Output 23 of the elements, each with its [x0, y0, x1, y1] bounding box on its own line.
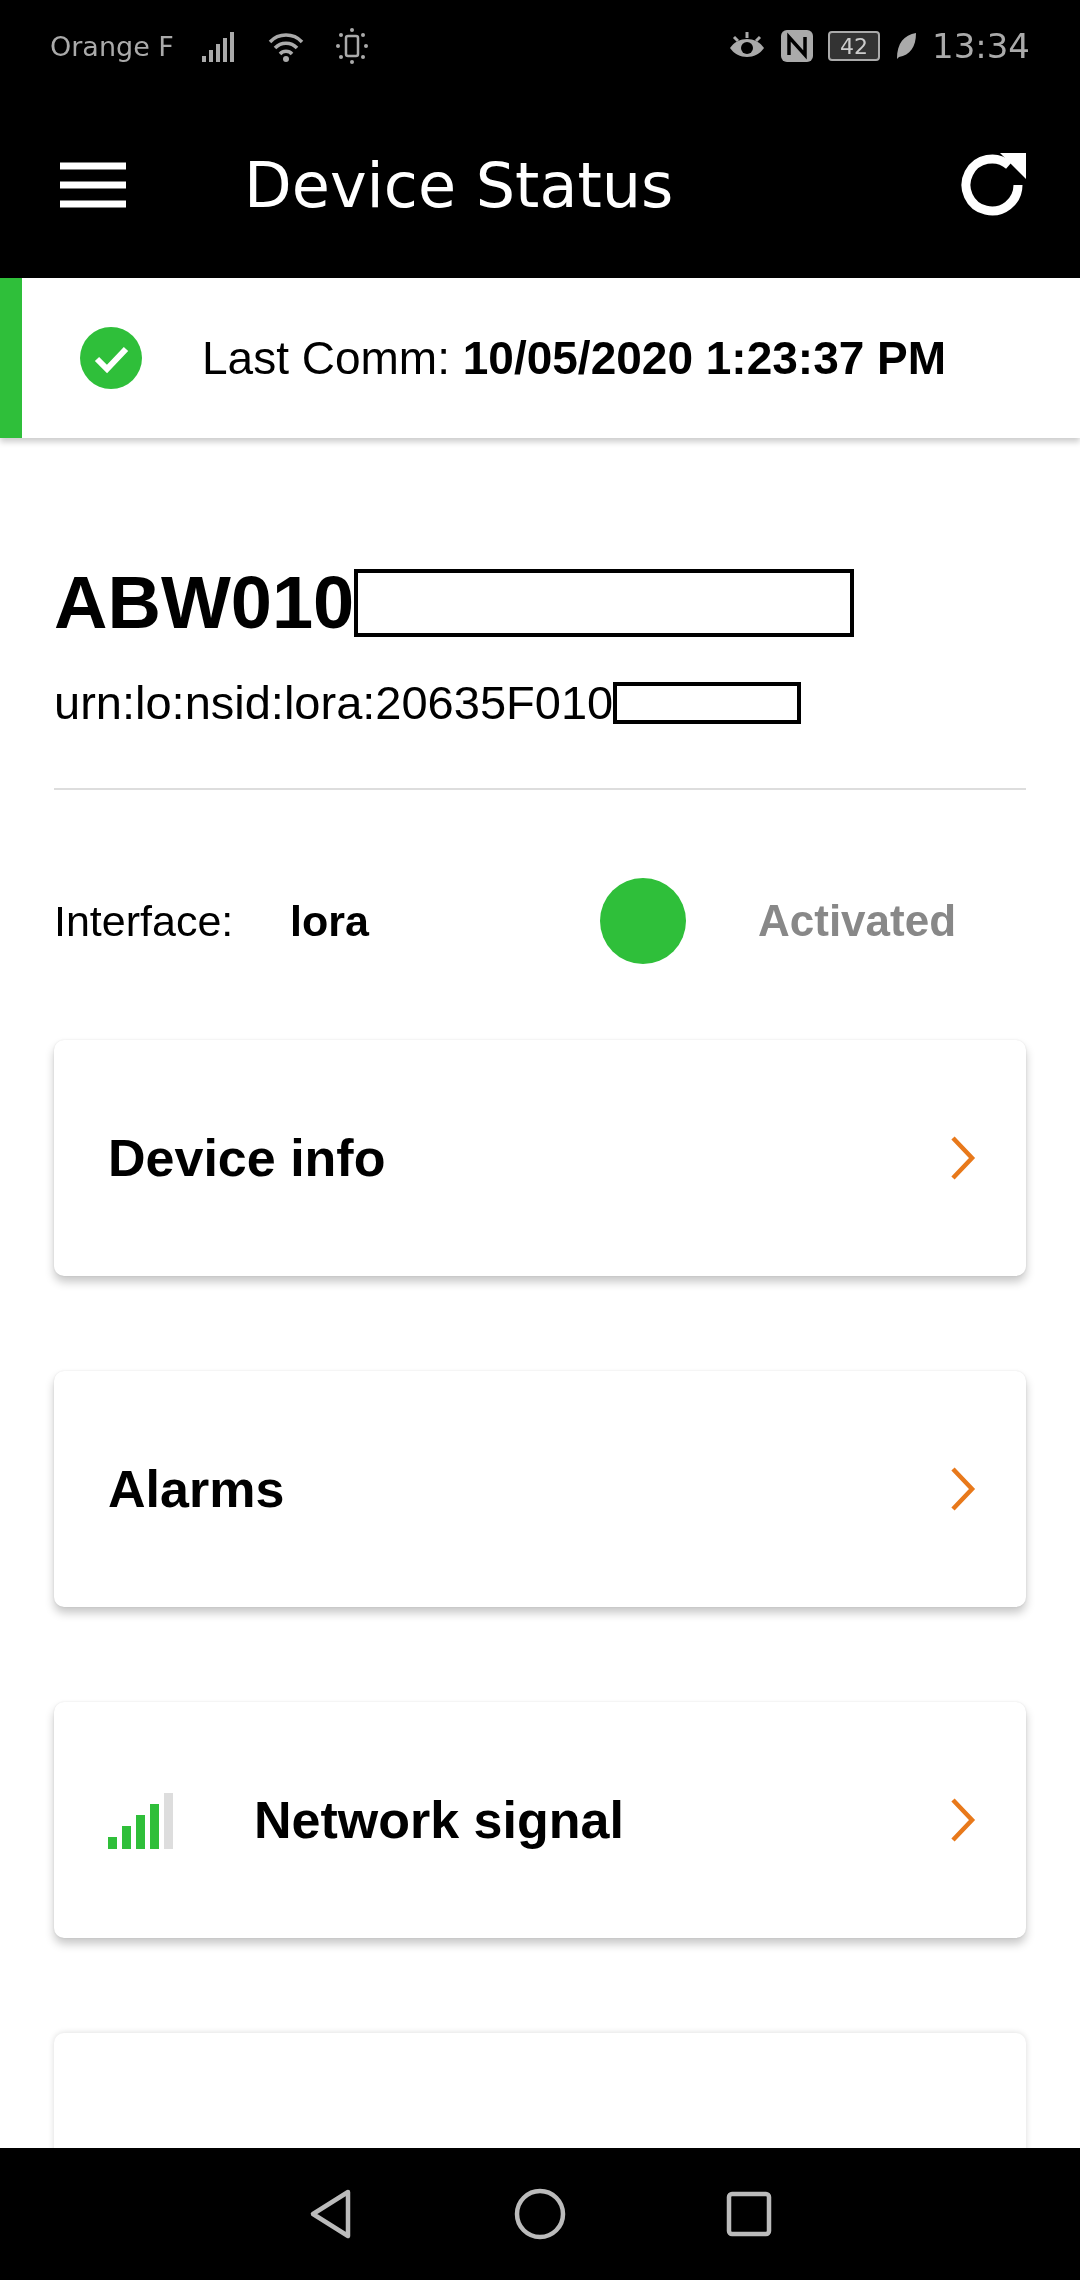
device-urn: urn:lo:nsid:lora:20635F010 [54, 675, 614, 730]
menu-card[interactable]: Alarms [54, 1371, 1026, 1607]
interface-value: lora [290, 896, 371, 946]
clock-time: 13:34 [932, 26, 1030, 66]
signal-bars-icon [108, 1791, 176, 1849]
screen-title: Device Status [244, 148, 675, 222]
leaf-icon [894, 31, 918, 61]
phone-vibrate-icon [333, 28, 370, 64]
menu-card[interactable]: Network signal [54, 1702, 1026, 1938]
recents-button[interactable] [726, 2191, 772, 2237]
chevron-right-icon [950, 1466, 976, 1512]
interface-label: Interface: [54, 896, 235, 946]
menu-button[interactable] [60, 161, 126, 209]
interface-status: Activated [758, 896, 957, 946]
menu-card[interactable]: Device info [54, 1040, 1026, 1276]
last-comm-text: Last Comm: 10/05/2020 1:23:37 PM [202, 331, 947, 385]
battery-level: 42 [828, 31, 880, 61]
home-button[interactable] [514, 2188, 566, 2240]
device-name: ABW010 [54, 560, 355, 645]
chevron-right-icon [950, 1797, 976, 1843]
nfc-icon [780, 29, 814, 63]
carrier-name: Orange F [50, 30, 174, 62]
chevron-right-icon [950, 1135, 976, 1181]
